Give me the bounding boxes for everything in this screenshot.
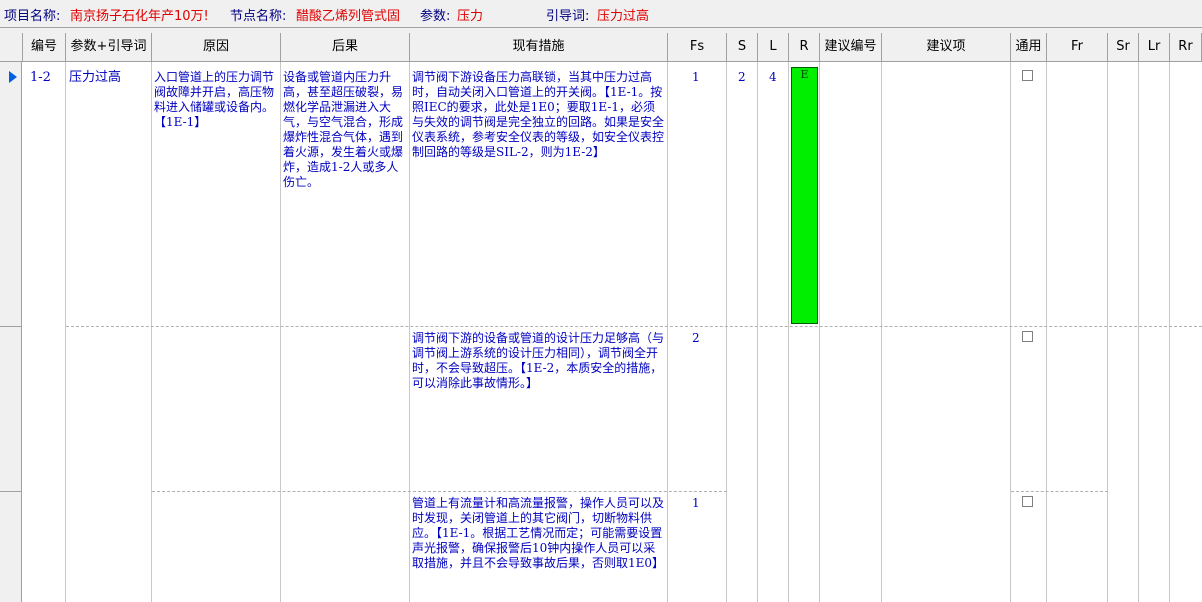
project-label: 项目名称: — [4, 9, 61, 24]
measure-3-text[interactable]: 管道上有流量计和高流量报警，操作人员可以及时发现，关闭管道上的其它阀门，切断物料… — [412, 496, 664, 571]
measure-3-fs[interactable]: 1 — [692, 496, 712, 511]
record-r-risk[interactable]: E — [791, 67, 818, 324]
record-cause[interactable]: 入口管道上的压力调节阀故障并开启，高压物料进入储罐或设备内。【1E-1】 — [154, 70, 278, 130]
header-lr[interactable]: Lr — [1139, 33, 1170, 62]
param-label: 参数: — [420, 9, 451, 24]
param-value: 压力 — [457, 9, 484, 24]
header-consequence[interactable]: 后果 — [281, 33, 410, 62]
guide-label: 引导词: — [546, 9, 590, 24]
header-l[interactable]: L — [758, 33, 789, 62]
header-rr[interactable]: Rr — [1170, 33, 1202, 62]
header-fs[interactable]: Fs — [668, 33, 727, 62]
node-label: 节点名称: — [230, 9, 287, 24]
record-s[interactable]: 2 — [738, 70, 752, 85]
measure-3-common-checkbox[interactable] — [1022, 496, 1033, 507]
measure-1-text[interactable]: 调节阀下游设备压力高联锁，当其中压力过高时，自动关闭入口管道上的开关阀。【1E-… — [412, 70, 664, 160]
record-consequence[interactable]: 设备或管道内压力升高，甚至超压破裂，易燃化学品泄漏进入大气，与空气混合，形成爆炸… — [283, 70, 407, 190]
header-common[interactable]: 通用 — [1011, 33, 1047, 62]
header-cause[interactable]: 原因 — [152, 33, 281, 62]
header-sugg-no[interactable]: 建议编号 — [820, 33, 882, 62]
row-selector[interactable] — [0, 62, 22, 326]
node-value: 醋酸乙烯列管式固 — [296, 9, 401, 24]
header-sr[interactable]: Sr — [1108, 33, 1139, 62]
header-suggestion[interactable]: 建议项 — [882, 33, 1011, 62]
measure-2-text[interactable]: 调节阀下游的设备或管道的设计压力足够高（与调节阀上游系统的设计压力相同），调节阀… — [412, 331, 664, 391]
measure-2-common-checkbox[interactable] — [1022, 331, 1033, 342]
current-row-icon — [9, 71, 17, 83]
measure-1-common-checkbox[interactable] — [1022, 70, 1033, 81]
header-r[interactable]: R — [789, 33, 820, 62]
header-s[interactable]: S — [727, 33, 758, 62]
guide-value: 压力过高 — [597, 9, 650, 24]
record-l[interactable]: 4 — [769, 70, 783, 85]
project-value: 南京扬子石化年产10万! — [70, 9, 209, 24]
header-selector[interactable] — [0, 33, 23, 62]
header-measures[interactable]: 现有措施 — [410, 33, 668, 62]
record-r-value: E — [800, 68, 809, 81]
row-selector-2[interactable] — [0, 326, 22, 491]
header-param[interactable]: 参数+引导词 — [66, 33, 152, 62]
measure-1-fs[interactable]: 1 — [692, 70, 712, 85]
title-bar: 项目名称: 南京扬子石化年产10万! 节点名称: 醋酸乙烯列管式固 参数: 压力… — [0, 0, 1202, 28]
row-selector-3[interactable] — [0, 491, 22, 602]
header-no[interactable]: 编号 — [23, 33, 66, 62]
hazop-grid[interactable]: 编号 参数+引导词 原因 后果 现有措施 Fs S L R 建议编号 建议项 通… — [0, 33, 1202, 602]
measure-2-fs[interactable]: 2 — [692, 331, 712, 346]
header-fr[interactable]: Fr — [1047, 33, 1108, 62]
record-no[interactable]: 1-2 — [30, 70, 64, 85]
record-param[interactable]: 压力过高 — [69, 70, 149, 85]
